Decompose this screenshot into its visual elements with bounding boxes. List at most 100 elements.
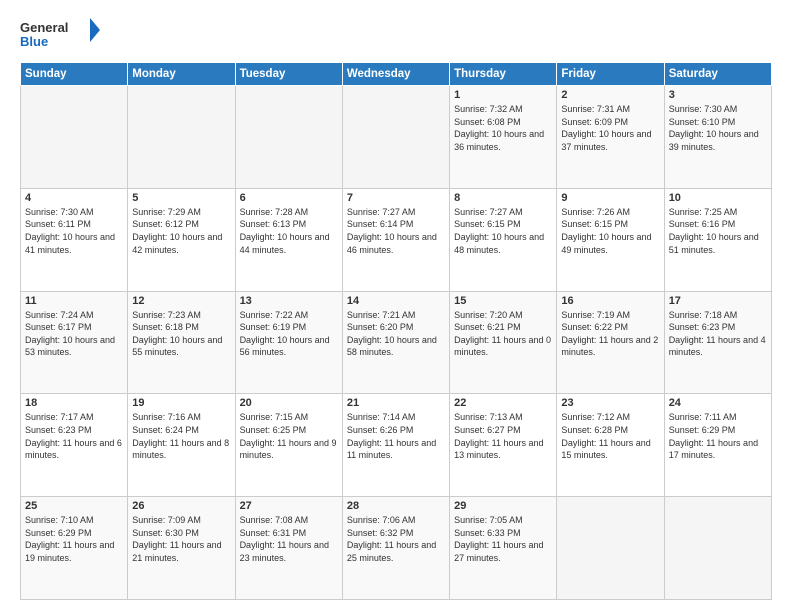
day-info: Sunrise: 7:30 AM Sunset: 6:11 PM Dayligh…: [25, 206, 123, 256]
day-number: 4: [25, 192, 123, 204]
day-number: 22: [454, 397, 552, 409]
day-info: Sunrise: 7:16 AM Sunset: 6:24 PM Dayligh…: [132, 411, 230, 461]
day-info: Sunrise: 7:31 AM Sunset: 6:09 PM Dayligh…: [561, 103, 659, 153]
calendar-cell: 3 Sunrise: 7:30 AM Sunset: 6:10 PM Daylig…: [664, 86, 771, 189]
day-info: Sunrise: 7:09 AM Sunset: 6:30 PM Dayligh…: [132, 514, 230, 564]
day-info: Sunrise: 7:27 AM Sunset: 6:14 PM Dayligh…: [347, 206, 445, 256]
calendar-cell: 6Sunrise: 7:28 AM Sunset: 6:13 PM Daylig…: [235, 188, 342, 291]
day-number: 13: [240, 295, 338, 307]
day-number: 20: [240, 397, 338, 409]
day-number: 14: [347, 295, 445, 307]
calendar-cell: 20 Sunrise: 7:15 AM Sunset: 6:25 PM Dayli…: [235, 394, 342, 497]
day-number: 8: [454, 192, 552, 204]
calendar-cell: 22 Sunrise: 7:13 AM Sunset: 6:27 PM Dayli…: [450, 394, 557, 497]
calendar-cell: 12Sunrise: 7:23 AM Sunset: 6:18 PM Dayli…: [128, 291, 235, 394]
calendar-cell: 21 Sunrise: 7:14 AM Sunset: 6:26 PM Dayli…: [342, 394, 449, 497]
day-info: Sunrise: 7:29 AM Sunset: 6:12 PM Dayligh…: [132, 206, 230, 256]
calendar-cell: 8 Sunrise: 7:27 AM Sunset: 6:15 PM Daylig…: [450, 188, 557, 291]
calendar-cell: 11 Sunrise: 7:24 AM Sunset: 6:17 PM Dayli…: [21, 291, 128, 394]
day-info: Sunrise: 7:11 AM Sunset: 6:29 PM Dayligh…: [669, 411, 767, 461]
day-info: Sunrise: 7:15 AM Sunset: 6:25 PM Dayligh…: [240, 411, 338, 461]
day-number: 9: [561, 192, 659, 204]
day-of-week-header: Thursday: [450, 63, 557, 86]
day-number: 25: [25, 500, 123, 512]
calendar-cell: 23 Sunrise: 7:12 AM Sunset: 6:28 PM Dayli…: [557, 394, 664, 497]
day-number: 7: [347, 192, 445, 204]
day-number: 15: [454, 295, 552, 307]
day-info: Sunrise: 7:21 AM Sunset: 6:20 PM Dayligh…: [347, 309, 445, 359]
day-of-week-header: Saturday: [664, 63, 771, 86]
day-info: Sunrise: 7:08 AM Sunset: 6:31 PM Dayligh…: [240, 514, 338, 564]
calendar-cell: 10Sunrise: 7:25 AM Sunset: 6:16 PM Dayli…: [664, 188, 771, 291]
calendar-cell: [557, 497, 664, 600]
calendar-cell: [235, 86, 342, 189]
calendar-cell: 19 Sunrise: 7:16 AM Sunset: 6:24 PM Dayli…: [128, 394, 235, 497]
day-number: 1: [454, 89, 552, 101]
calendar-cell: 25 Sunrise: 7:10 AM Sunset: 6:29 PM Dayli…: [21, 497, 128, 600]
day-info: Sunrise: 7:23 AM Sunset: 6:18 PM Dayligh…: [132, 309, 230, 359]
calendar-cell: 13 Sunrise: 7:22 AM Sunset: 6:19 PM Dayli…: [235, 291, 342, 394]
day-info: Sunrise: 7:25 AM Sunset: 6:16 PM Dayligh…: [669, 206, 767, 256]
day-of-week-header: Wednesday: [342, 63, 449, 86]
page: General Blue SundayMondayTuesdayWednesda…: [0, 0, 792, 612]
day-number: 17: [669, 295, 767, 307]
calendar: SundayMondayTuesdayWednesdayThursdayFrid…: [20, 62, 772, 600]
day-number: 28: [347, 500, 445, 512]
day-number: 27: [240, 500, 338, 512]
calendar-cell: 26 Sunrise: 7:09 AM Sunset: 6:30 PM Dayli…: [128, 497, 235, 600]
calendar-cell: [342, 86, 449, 189]
svg-text:Blue: Blue: [20, 34, 48, 49]
calendar-cell: 1 Sunrise: 7:32 AM Sunset: 6:08 PM Daylig…: [450, 86, 557, 189]
calendar-cell: 7 Sunrise: 7:27 AM Sunset: 6:14 PM Daylig…: [342, 188, 449, 291]
calendar-cell: 4 Sunrise: 7:30 AM Sunset: 6:11 PM Daylig…: [21, 188, 128, 291]
day-info: Sunrise: 7:14 AM Sunset: 6:26 PM Dayligh…: [347, 411, 445, 461]
day-info: Sunrise: 7:06 AM Sunset: 6:32 PM Dayligh…: [347, 514, 445, 564]
day-number: 26: [132, 500, 230, 512]
calendar-cell: 15 Sunrise: 7:20 AM Sunset: 6:21 PM Dayli…: [450, 291, 557, 394]
calendar-cell: 18 Sunrise: 7:17 AM Sunset: 6:23 PM Dayli…: [21, 394, 128, 497]
day-number: 3: [669, 89, 767, 101]
day-info: Sunrise: 7:13 AM Sunset: 6:27 PM Dayligh…: [454, 411, 552, 461]
calendar-cell: 5 Sunrise: 7:29 AM Sunset: 6:12 PM Daylig…: [128, 188, 235, 291]
day-number: 18: [25, 397, 123, 409]
day-of-week-header: Monday: [128, 63, 235, 86]
calendar-cell: 17 Sunrise: 7:18 AM Sunset: 6:23 PM Dayli…: [664, 291, 771, 394]
day-info: Sunrise: 7:17 AM Sunset: 6:23 PM Dayligh…: [25, 411, 123, 461]
day-info: Sunrise: 7:30 AM Sunset: 6:10 PM Dayligh…: [669, 103, 767, 153]
day-of-week-header: Friday: [557, 63, 664, 86]
day-of-week-header: Sunday: [21, 63, 128, 86]
day-info: Sunrise: 7:26 AM Sunset: 6:15 PM Dayligh…: [561, 206, 659, 256]
calendar-cell: 16 Sunrise: 7:19 AM Sunset: 6:22 PM Dayli…: [557, 291, 664, 394]
day-info: Sunrise: 7:20 AM Sunset: 6:21 PM Dayligh…: [454, 309, 552, 359]
day-number: 19: [132, 397, 230, 409]
day-number: 2: [561, 89, 659, 101]
calendar-cell: 9 Sunrise: 7:26 AM Sunset: 6:15 PM Daylig…: [557, 188, 664, 291]
header: General Blue: [20, 16, 772, 52]
day-number: 11: [25, 295, 123, 307]
day-info: Sunrise: 7:28 AM Sunset: 6:13 PM Dayligh…: [240, 206, 338, 256]
calendar-cell: [128, 86, 235, 189]
day-info: Sunrise: 7:22 AM Sunset: 6:19 PM Dayligh…: [240, 309, 338, 359]
day-info: Sunrise: 7:24 AM Sunset: 6:17 PM Dayligh…: [25, 309, 123, 359]
day-of-week-header: Tuesday: [235, 63, 342, 86]
day-number: 29: [454, 500, 552, 512]
calendar-cell: 27 Sunrise: 7:08 AM Sunset: 6:31 PM Dayli…: [235, 497, 342, 600]
day-number: 5: [132, 192, 230, 204]
day-info: Sunrise: 7:12 AM Sunset: 6:28 PM Dayligh…: [561, 411, 659, 461]
calendar-cell: 29 Sunrise: 7:05 AM Sunset: 6:33 PM Dayli…: [450, 497, 557, 600]
calendar-cell: 14 Sunrise: 7:21 AM Sunset: 6:20 PM Dayli…: [342, 291, 449, 394]
calendar-cell: 28 Sunrise: 7:06 AM Sunset: 6:32 PM Dayli…: [342, 497, 449, 600]
day-info: Sunrise: 7:19 AM Sunset: 6:22 PM Dayligh…: [561, 309, 659, 359]
day-number: 23: [561, 397, 659, 409]
calendar-cell: [664, 497, 771, 600]
logo: General Blue: [20, 16, 100, 52]
day-info: Sunrise: 7:27 AM Sunset: 6:15 PM Dayligh…: [454, 206, 552, 256]
day-info: Sunrise: 7:05 AM Sunset: 6:33 PM Dayligh…: [454, 514, 552, 564]
day-info: Sunrise: 7:18 AM Sunset: 6:23 PM Dayligh…: [669, 309, 767, 359]
day-number: 21: [347, 397, 445, 409]
svg-text:General: General: [20, 20, 68, 35]
day-info: Sunrise: 7:32 AM Sunset: 6:08 PM Dayligh…: [454, 103, 552, 153]
day-info: Sunrise: 7:10 AM Sunset: 6:29 PM Dayligh…: [25, 514, 123, 564]
day-number: 16: [561, 295, 659, 307]
calendar-cell: 24Sunrise: 7:11 AM Sunset: 6:29 PM Dayli…: [664, 394, 771, 497]
